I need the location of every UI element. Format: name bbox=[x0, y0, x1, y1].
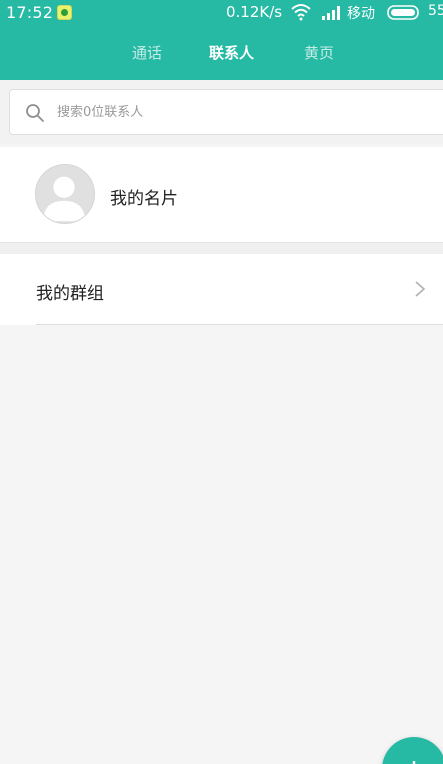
search-box[interactable] bbox=[9, 89, 443, 135]
chevron-right-icon bbox=[415, 281, 426, 297]
search-icon bbox=[26, 104, 44, 122]
battery-level: 55 bbox=[428, 3, 443, 19]
status-time: 17:52 bbox=[6, 3, 54, 22]
battery-icon bbox=[387, 5, 419, 20]
notification-app-icon bbox=[57, 5, 72, 20]
search-input[interactable] bbox=[57, 101, 417, 123]
my-groups-row[interactable]: 我的群组 bbox=[0, 254, 443, 325]
carrier-label: 移动 bbox=[347, 6, 375, 22]
section-divider bbox=[0, 242, 443, 254]
row-divider bbox=[36, 324, 443, 325]
signal-icon bbox=[322, 6, 340, 20]
network-speed: 0.12K/s bbox=[226, 3, 283, 21]
tab-yellow-pages[interactable]: 黄页 bbox=[304, 42, 334, 63]
status-bar: 17:52 0.12K/s 移动 55 bbox=[0, 0, 443, 26]
header: 17:52 0.12K/s 移动 55 通话 联系人 黄页 bbox=[0, 0, 443, 80]
tab-calls[interactable]: 通话 bbox=[132, 42, 162, 63]
wifi-icon bbox=[291, 4, 311, 21]
my-card-label: 我的名片 bbox=[110, 189, 178, 209]
my-groups-label: 我的群组 bbox=[36, 284, 104, 304]
plus-icon bbox=[412, 761, 416, 764]
contacts-screen: 17:52 0.12K/s 移动 55 通话 联系人 黄页 搜索0位联系人 我的… bbox=[0, 0, 443, 764]
person-avatar-icon bbox=[35, 164, 95, 224]
tab-contacts[interactable]: 联系人 bbox=[209, 42, 254, 63]
add-contact-button[interactable] bbox=[382, 737, 443, 764]
search-area bbox=[0, 80, 443, 144]
my-card-row[interactable]: 我的名片 bbox=[0, 147, 443, 242]
tab-bar: 通话 联系人 黄页 bbox=[0, 40, 443, 68]
